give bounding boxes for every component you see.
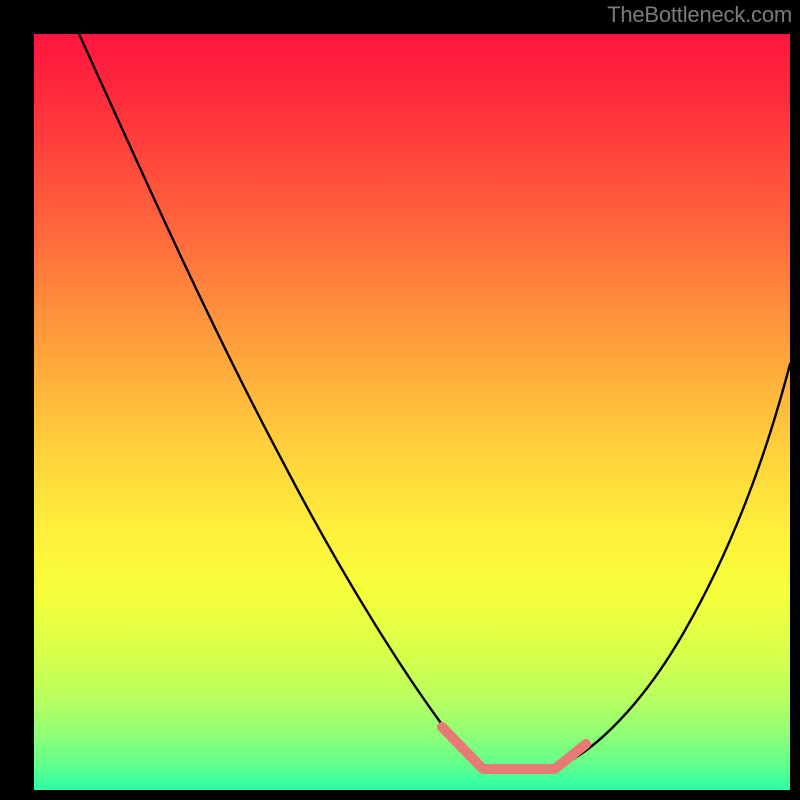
left-curve: [79, 34, 484, 768]
left-highlight-dash: [442, 727, 482, 768]
right-highlight-dash: [556, 744, 586, 768]
watermark-text: TheBottleneck.com: [607, 2, 792, 28]
curve-layer: [34, 34, 790, 790]
chart-frame: TheBottleneck.com: [0, 0, 800, 800]
right-curve: [554, 364, 790, 768]
plot-area: [34, 34, 790, 790]
